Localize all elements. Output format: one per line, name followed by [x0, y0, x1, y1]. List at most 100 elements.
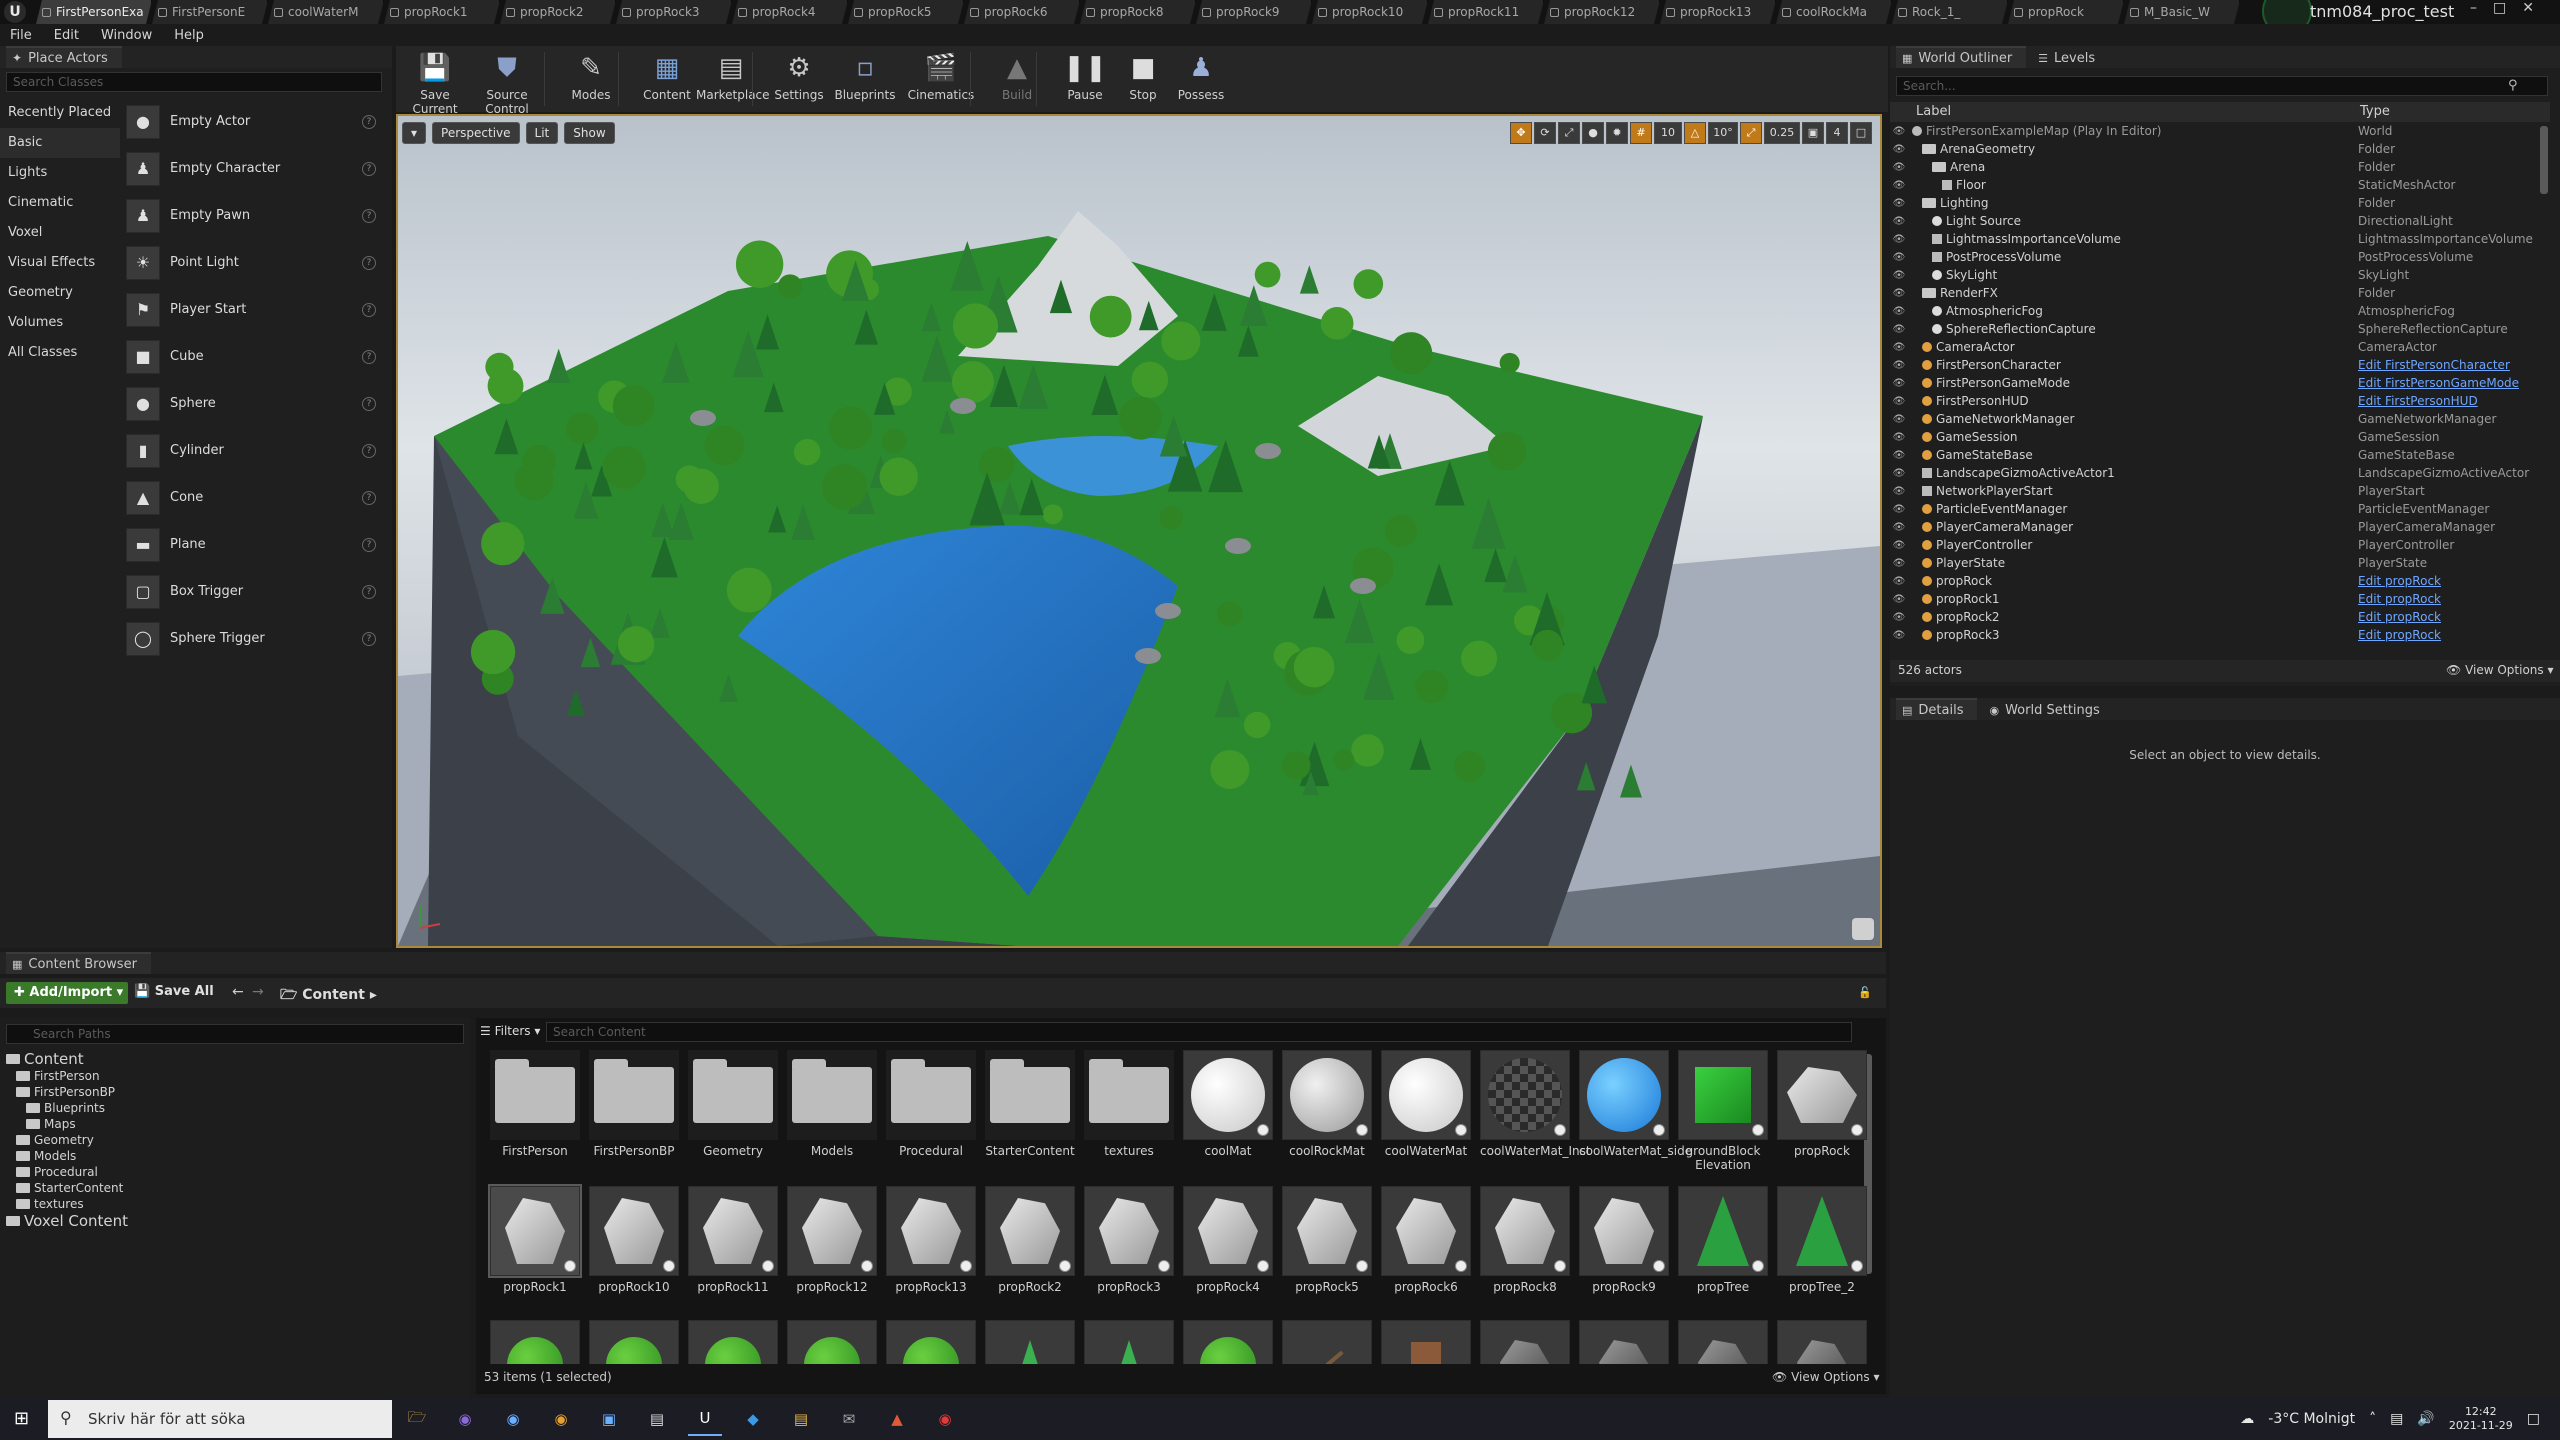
asset-tile[interactable]: groundBlock Elevation — [1678, 1050, 1768, 1178]
asset-tile[interactable]: propRock10 — [589, 1186, 679, 1314]
asset-tile[interactable] — [589, 1320, 679, 1364]
outliner-row[interactable]: 👁 Lighting Folder — [1890, 194, 2540, 212]
label-column-header[interactable]: Label — [1916, 104, 1951, 119]
visibility-eye-icon[interactable]: 👁 — [1890, 270, 1908, 281]
visibility-eye-icon[interactable]: 👁 — [1890, 216, 1908, 227]
mail-icon[interactable]: ✉ — [832, 1402, 866, 1436]
asset-tile[interactable]: StarterContent — [985, 1050, 1075, 1178]
details-tab[interactable]: ▤ Details — [1896, 698, 1978, 720]
help-icon[interactable]: ? — [362, 161, 376, 176]
asset-tile[interactable] — [1579, 1320, 1669, 1364]
close-button[interactable]: ✕ — [2522, 0, 2534, 16]
asset-tile[interactable]: coolMat — [1183, 1050, 1273, 1178]
doc-tab-1[interactable]: FirstPersonE — [152, 0, 268, 24]
tree-firstpersonbp[interactable]: FirstPersonBP — [6, 1084, 466, 1100]
asset-tile[interactable] — [490, 1320, 580, 1364]
asset-tile[interactable]: Geometry — [688, 1050, 778, 1178]
back-arrow-icon[interactable]: ← — [232, 984, 244, 1000]
category-all-classes[interactable]: All Classes — [0, 338, 120, 368]
asset-tile[interactable]: propTree_2 — [1777, 1186, 1867, 1314]
visibility-eye-icon[interactable]: 👁 — [1890, 234, 1908, 245]
maximize-button[interactable]: □ — [2493, 0, 2506, 16]
scale-snap-value[interactable]: 0.25 — [1764, 122, 1800, 144]
asset-tile[interactable]: propTree — [1678, 1186, 1768, 1314]
outliner-row[interactable]: 👁 ParticleEventManager ParticleEventManage… — [1890, 500, 2540, 518]
source-control-button[interactable]: ⛊ Source Control — [472, 50, 542, 117]
outliner-row[interactable]: 👁 FirstPersonExampleMap (Play In Editor) W… — [1890, 122, 2540, 140]
outliner-row[interactable]: 👁 NetworkPlayerStart PlayerStart — [1890, 482, 2540, 500]
menu-help[interactable]: Help — [174, 28, 204, 43]
outliner-row[interactable]: 👁 GameSession GameSession — [1890, 428, 2540, 446]
doc-tab-11[interactable]: propRock10 — [1312, 0, 1428, 24]
grid-snap-value[interactable]: 10 — [1654, 122, 1682, 144]
help-icon[interactable]: ? — [362, 631, 376, 646]
lock-icon[interactable]: 🔓 — [1858, 986, 1872, 999]
actor-empty-pawn[interactable]: ♟ Empty Pawn? — [122, 192, 384, 239]
actor-sphere[interactable]: ● Sphere? — [122, 380, 384, 427]
asset-tile[interactable]: coolWaterMat — [1381, 1050, 1471, 1178]
outliner-row[interactable]: 👁 LandscapeGizmoActiveActor1 LandscapeGizm… — [1890, 464, 2540, 482]
grid-snap-icon[interactable]: # — [1630, 122, 1652, 144]
outliner-row[interactable]: 👁 propRock1 Edit propRock — [1890, 590, 2540, 608]
asset-tile[interactable]: Procedural — [886, 1050, 976, 1178]
doc-tab-12[interactable]: propRock11 — [1428, 0, 1544, 24]
scale-icon[interactable]: ⤢ — [1558, 122, 1580, 144]
doc-tab-10[interactable]: propRock9 — [1196, 0, 1312, 24]
show-button[interactable]: Show — [564, 122, 615, 144]
surface-snap-icon[interactable]: ✹ — [1606, 122, 1628, 144]
actor-sphere-trigger[interactable]: ◯ Sphere Trigger? — [122, 615, 384, 662]
asset-tile[interactable]: propRock13 — [886, 1186, 976, 1314]
doc-tab-3[interactable]: propRock1 — [384, 0, 500, 24]
doc-tab-13[interactable]: propRock12 — [1544, 0, 1660, 24]
scale-snap-icon[interactable]: ⤢ — [1740, 122, 1762, 144]
asset-tile[interactable]: textures — [1084, 1050, 1174, 1178]
doc-tab-16[interactable]: Rock_1_ — [1892, 0, 2008, 24]
tree-geometry[interactable]: Geometry — [6, 1132, 466, 1148]
visibility-eye-icon[interactable]: 👁 — [1890, 432, 1908, 443]
forward-arrow-icon[interactable]: → — [252, 984, 264, 1000]
row-type[interactable]: Edit propRock — [2358, 628, 2441, 642]
category-lights[interactable]: Lights — [0, 158, 120, 188]
content-view-options[interactable]: 👁 View Options ▾ — [1772, 1370, 1880, 1384]
visibility-eye-icon[interactable]: 👁 — [1890, 180, 1908, 191]
perspective-button[interactable]: Perspective — [432, 122, 520, 144]
actor-player-start[interactable]: ⚑ Player Start? — [122, 286, 384, 333]
row-type[interactable]: Edit FirstPersonCharacter — [2358, 358, 2510, 372]
asset-tile[interactable] — [1282, 1320, 1372, 1364]
outliner-row[interactable]: 👁 SphereReflectionCapture SphereReflection… — [1890, 320, 2540, 338]
windows-start-icon[interactable]: ⊞ — [14, 1408, 29, 1429]
visibility-eye-icon[interactable]: 👁 — [1890, 288, 1908, 299]
outliner-row[interactable]: 👁 PlayerController PlayerController — [1890, 536, 2540, 554]
world-outliner-tab[interactable]: ▦ World Outliner — [1896, 46, 2027, 68]
outliner-row[interactable]: 👁 GameStateBase GameStateBase — [1890, 446, 2540, 464]
help-icon[interactable]: ? — [362, 537, 376, 552]
asset-tile[interactable]: propRock6 — [1381, 1186, 1471, 1314]
outliner-view-options[interactable]: 👁 View Options ▾ — [2446, 663, 2554, 677]
category-recently-placed[interactable]: Recently Placed — [0, 98, 120, 128]
help-icon[interactable]: ? — [362, 255, 376, 270]
asset-tile[interactable]: propRock1 — [488, 1184, 582, 1314]
doc-tab-2[interactable]: coolWaterM — [268, 0, 384, 24]
asset-tile[interactable]: propRock12 — [787, 1186, 877, 1314]
asset-tile[interactable]: propRock11 — [688, 1186, 778, 1314]
rotation-snap-value[interactable]: 10° — [1708, 122, 1738, 144]
marketplace-button[interactable]: ▤ Marketplace — [696, 50, 770, 102]
visibility-eye-icon[interactable]: 👁 — [1890, 630, 1908, 641]
rotate-icon[interactable]: ⟳ — [1534, 122, 1556, 144]
modes-button[interactable]: ✎ Modes — [556, 50, 626, 102]
asset-tile[interactable] — [1777, 1320, 1867, 1364]
notifications-icon[interactable]: □ — [2527, 1411, 2540, 1427]
tray-arrow-icon[interactable]: ˄ — [2369, 1411, 2376, 1427]
outliner-row[interactable]: 👁 Floor StaticMeshActor — [1890, 176, 2540, 194]
actor-empty-character[interactable]: ♟ Empty Character? — [122, 145, 384, 192]
tree-procedural[interactable]: Procedural — [6, 1164, 466, 1180]
visibility-eye-icon[interactable]: 👁 — [1890, 162, 1908, 173]
actor-cube[interactable]: ■ Cube? — [122, 333, 384, 380]
outliner-row[interactable]: 👁 propRock Edit propRock — [1890, 572, 2540, 590]
row-type[interactable]: Edit propRock — [2358, 592, 2441, 606]
asset-tile[interactable] — [1183, 1320, 1273, 1364]
doc-tab-4[interactable]: propRock2 — [500, 0, 616, 24]
lit-button[interactable]: Lit — [525, 122, 559, 144]
visibility-eye-icon[interactable]: 👁 — [1890, 198, 1908, 209]
network-icon[interactable]: ▤ — [2390, 1411, 2403, 1427]
